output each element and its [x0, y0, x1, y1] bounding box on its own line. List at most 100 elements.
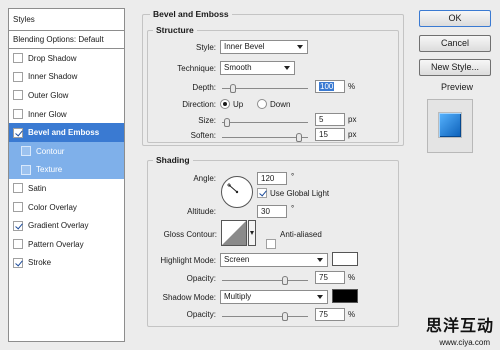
altitude-label: Altitude: — [187, 207, 216, 216]
size-label: Size: — [198, 116, 216, 125]
satin-checkbox[interactable] — [13, 183, 23, 194]
altitude-input-value: 30 — [261, 207, 270, 216]
direction-down-radio[interactable] — [257, 99, 267, 109]
style-item-label: Stroke — [28, 258, 52, 268]
gradient-overlay-checkbox[interactable] — [13, 220, 23, 231]
style-label: Style: — [195, 43, 216, 52]
style-item-drop-shadow[interactable]: Drop Shadow — [9, 49, 124, 68]
shadow-opacity-input[interactable]: 75 — [315, 308, 345, 321]
preview-swatch — [438, 112, 462, 138]
anti-aliased-label[interactable]: Anti-aliased — [280, 230, 322, 239]
styles-list: Drop Shadow Inner Shadow Outer Glow Inne… — [9, 49, 124, 272]
depth-slider-thumb[interactable] — [230, 84, 236, 93]
depth-input[interactable]: 100 — [315, 80, 345, 93]
size-input-value: 5 — [319, 115, 324, 124]
style-item-label: Outer Glow — [28, 90, 69, 100]
watermark-logo-text: 思洋互动 — [425, 316, 494, 335]
altitude-input[interactable]: 30 — [257, 205, 287, 218]
pattern-overlay-checkbox[interactable] — [13, 239, 23, 250]
style-item-label: Pattern Overlay — [28, 239, 84, 249]
style-item-bevel-and-emboss[interactable]: Bevel and Emboss — [9, 123, 124, 142]
shadow-mode-value: Multiply — [224, 292, 252, 301]
depth-input-value: 100 — [319, 82, 335, 91]
color-overlay-checkbox[interactable] — [13, 202, 23, 213]
inner-glow-checkbox[interactable] — [13, 109, 23, 120]
blending-options-item[interactable]: Blending Options: Default — [9, 31, 124, 49]
size-input[interactable]: 5 — [315, 113, 345, 126]
styles-panel: Styles Blending Options: Default Drop Sh… — [8, 8, 125, 342]
soften-unit: px — [348, 130, 357, 139]
angle-input[interactable]: 120 — [257, 172, 287, 185]
chevron-down-icon — [284, 66, 290, 70]
style-item-inner-shadow[interactable]: Inner Shadow — [9, 68, 124, 87]
contour-curve-icon — [222, 221, 246, 245]
highlight-opacity-unit: % — [348, 273, 356, 282]
styles-header[interactable]: Styles — [9, 9, 124, 31]
depth-unit: % — [348, 82, 356, 91]
style-item-inner-glow[interactable]: Inner Glow — [9, 105, 124, 124]
gloss-contour-dropdown[interactable] — [248, 220, 256, 246]
shadow-opacity-thumb[interactable] — [282, 312, 288, 321]
highlight-opacity-label: Opacity: — [186, 274, 216, 283]
highlight-color-swatch[interactable] — [332, 252, 358, 266]
outer-glow-checkbox[interactable] — [13, 90, 23, 101]
style-item-stroke[interactable]: Stroke — [9, 254, 124, 273]
shadow-mode-select[interactable]: Multiply — [220, 290, 328, 304]
technique-select[interactable]: Smooth — [220, 61, 295, 75]
gloss-contour-label: Gloss Contour: — [163, 230, 217, 239]
anti-aliased-checkbox[interactable] — [266, 239, 276, 249]
style-select-value: Inner Bevel — [224, 42, 265, 51]
shadow-opacity-unit: % — [348, 310, 356, 319]
ok-button[interactable]: OK — [419, 10, 491, 27]
technique-label: Technique: — [177, 64, 216, 73]
angle-dial[interactable] — [221, 176, 253, 208]
style-select[interactable]: Inner Bevel — [220, 40, 308, 54]
use-global-light-checkbox[interactable] — [257, 188, 267, 198]
drop-shadow-checkbox[interactable] — [13, 53, 23, 64]
style-item-contour[interactable]: Contour — [9, 141, 124, 161]
soften-slider-track[interactable] — [222, 137, 308, 138]
highlight-opacity-value: 75 — [319, 273, 328, 282]
angle-input-value: 120 — [261, 174, 275, 183]
direction-up-radio[interactable] — [220, 99, 230, 109]
bevel-emboss-title: Bevel and Emboss — [150, 9, 232, 19]
stroke-checkbox[interactable] — [13, 257, 23, 268]
new-style-button[interactable]: New Style... — [419, 59, 491, 76]
highlight-opacity-input[interactable]: 75 — [315, 271, 345, 284]
use-global-light-label[interactable]: Use Global Light — [270, 189, 329, 198]
style-item-label: Satin — [28, 183, 47, 193]
bevel-and-emboss-checkbox[interactable] — [13, 127, 23, 138]
soften-input[interactable]: 15 — [315, 128, 345, 141]
cancel-button[interactable]: Cancel — [419, 35, 491, 52]
highlight-opacity-track[interactable] — [222, 280, 308, 281]
style-item-gradient-overlay[interactable]: Gradient Overlay — [9, 216, 124, 235]
preview-label[interactable]: Preview — [441, 82, 473, 92]
size-slider-track[interactable] — [222, 122, 308, 123]
style-item-outer-glow[interactable]: Outer Glow — [9, 86, 124, 105]
technique-select-value: Smooth — [224, 63, 252, 72]
texture-checkbox[interactable] — [21, 164, 31, 175]
shading-title: Shading — [153, 155, 193, 165]
size-unit: px — [348, 115, 357, 124]
direction-up-label[interactable]: Up — [233, 100, 243, 109]
shadow-opacity-track[interactable] — [222, 316, 308, 317]
style-item-pattern-overlay[interactable]: Pattern Overlay — [9, 235, 124, 254]
shadow-color-swatch[interactable] — [332, 289, 358, 303]
style-item-texture[interactable]: Texture — [9, 160, 124, 180]
style-item-color-overlay[interactable]: Color Overlay — [9, 198, 124, 217]
direction-down-label[interactable]: Down — [270, 100, 290, 109]
contour-checkbox[interactable] — [21, 146, 31, 157]
size-slider-thumb[interactable] — [223, 118, 230, 127]
gloss-contour-picker[interactable] — [221, 220, 247, 246]
soften-slider-thumb[interactable] — [296, 133, 303, 142]
depth-label: Depth: — [192, 83, 216, 92]
style-item-satin[interactable]: Satin — [9, 179, 124, 198]
style-item-label: Color Overlay — [28, 202, 77, 212]
direction-label: Direction: — [182, 100, 216, 109]
highlight-mode-select[interactable]: Screen — [220, 253, 328, 267]
inner-shadow-checkbox[interactable] — [13, 71, 23, 82]
soften-label: Soften: — [190, 131, 216, 140]
highlight-opacity-thumb[interactable] — [282, 276, 288, 285]
angle-crosshair-icon — [227, 183, 239, 194]
angle-unit: ° — [291, 172, 295, 181]
